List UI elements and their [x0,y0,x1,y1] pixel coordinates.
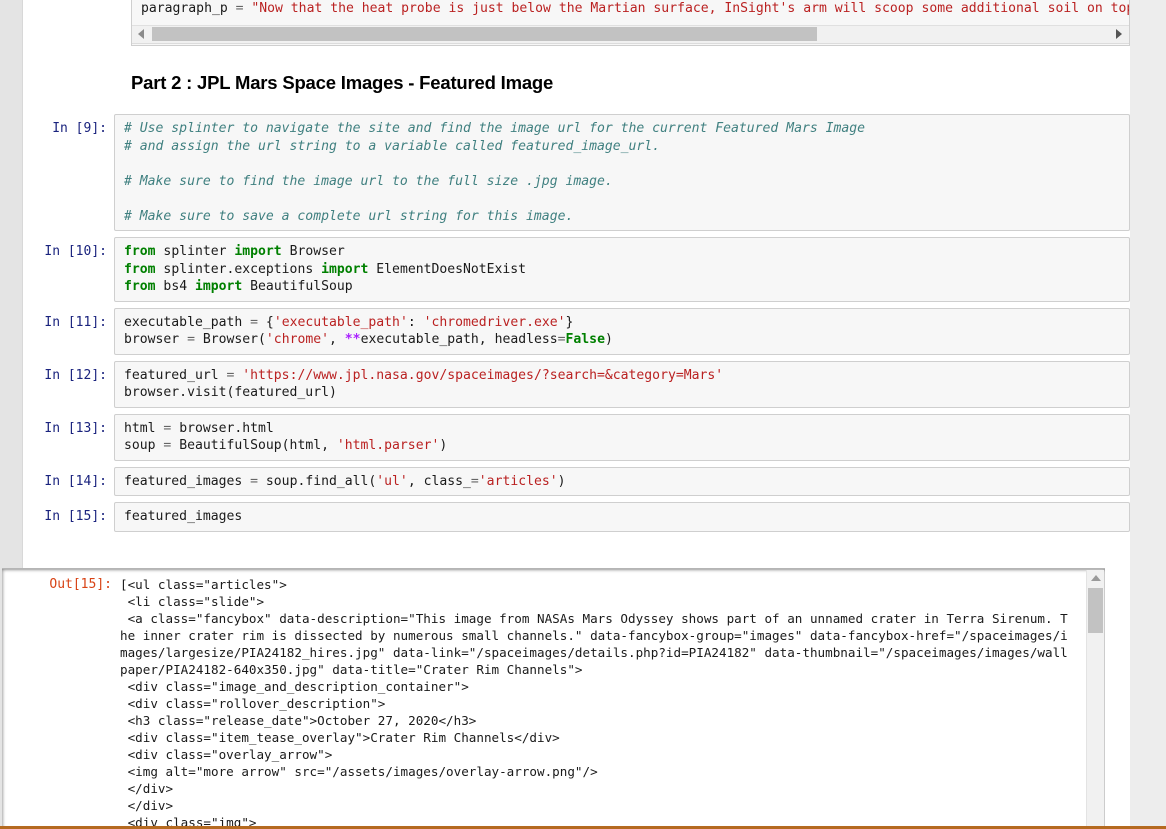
code-token: browser.html [171,420,274,436]
code-token: ElementDoesNotExist [368,261,527,277]
page-title: Part 2 : JPL Mars Space Images - Feature… [131,72,554,93]
code-token: import [321,261,369,277]
notebook-page: paragraph_p = "Now that the heat probe i… [0,0,1166,829]
code-token: BeautifulSoup(html, [171,438,337,453]
code-token: soup.find_all( [258,473,377,489]
cell-input-area[interactable]: featured_url = 'https://www.jpl.nasa.gov… [114,360,1130,408]
code-cell-list: In [9]: # Use splinter to navigate the si… [23,114,1130,538]
horizontal-scrollbar-thumb[interactable] [152,27,817,41]
code-token: ) [557,473,566,489]
cell-input-area[interactable]: from splinter import Browser from splint… [114,237,1130,302]
cell-input-area[interactable]: featured_images [114,502,1130,532]
cell-input-area[interactable]: executable_path = {'executable_path': 'c… [114,307,1130,355]
vertical-scrollbar-thumb[interactable] [1088,588,1103,633]
top-cell-var: paragraph_p [141,1,236,16]
code-token: from [124,261,156,277]
code-token: from [124,279,156,294]
code-token: browser [124,332,188,347]
cell-source-code: featured_images = soup.find_all('ul', cl… [124,473,1124,491]
code-token: bs4 [155,279,195,294]
code-token: splinter.exceptions [155,261,322,277]
cell-prompt-label: In [11]: [44,314,107,330]
code-token: : [407,314,424,330]
output-content: Out[15]: [<ul class="articles"> <li clas… [2,569,1084,828]
scroll-up-arrow-icon[interactable] [1091,575,1101,581]
code-token: , class_ [407,473,471,489]
window-right-gutter [1130,0,1166,829]
code-cell[interactable]: In [12]: featured_url = 'https://www.jpl.… [23,360,1130,408]
code-token: 'chrome' [265,332,329,347]
cell-prompt-label: In [14]: [44,473,107,489]
code-token: import [194,279,243,294]
code-token: featured_url [124,367,227,383]
code-token: # and assign the url string to a variabl… [124,138,661,154]
code-token: # Use splinter to navigate the site and … [124,121,866,136]
code-token: BeautifulSoup [242,279,353,294]
code-cell[interactable]: In [9]: # Use splinter to navigate the si… [23,114,1130,231]
cell-source-code: from splinter import Browser from splint… [124,243,1124,296]
code-token: 'articles' [478,473,558,489]
cell-source-code: executable_path = {'executable_path': 'c… [124,314,1124,349]
code-cell[interactable]: In [15]: featured_images [23,502,1130,532]
scroll-right-arrow-icon[interactable] [1116,29,1122,39]
code-token: # Make sure to find the image url to the… [124,173,613,189]
cell-input-area[interactable]: html = browser.html soup = BeautifulSoup… [114,413,1130,461]
code-token: browser.visit(featured_url) [124,385,337,400]
top-cell-code: paragraph_p = "Now that the heat probe i… [132,0,1129,18]
code-token: executable_path, headless [360,332,558,347]
cell-prompt-label: In [13]: [44,420,107,436]
code-token: , [329,332,345,347]
cell-prompt-label: In [15]: [44,509,107,524]
scroll-left-arrow-icon[interactable] [138,29,144,39]
cell-prompt-label: In [9]: [52,121,107,136]
code-token: Browser( [194,332,266,347]
code-cell[interactable]: In [14]: featured_images = soup.find_all(… [23,466,1130,496]
code-token: # Make sure to save a complete url strin… [124,208,574,224]
code-cell[interactable]: In [10]: from splinter import Browser fro… [23,237,1130,302]
code-token: html [124,420,164,436]
cell-source-code: featured_url = 'https://www.jpl.nasa.gov… [124,367,1124,402]
cell-source-code: # Use splinter to navigate the site and … [124,120,1124,225]
code-token: { [258,314,274,330]
cell-prompt-label: In [10]: [44,244,107,259]
code-token: = [557,332,566,347]
code-cell[interactable]: In [11]: executable_path = {'executable_p… [23,307,1130,355]
code-token: ) [439,438,448,453]
code-token: = [470,473,479,489]
output-vertical-scrollbar[interactable] [1086,570,1104,828]
code-token: Browser [281,244,345,259]
code-token: ** [344,332,361,347]
code-token: 'ul' [376,473,408,489]
top-cell-horizontal-scrollbar[interactable] [132,25,1129,44]
code-token: = [250,473,259,489]
code-token: 'https://www.jpl.nasa.gov/spaceimages/?s… [242,367,724,383]
code-token: executable_path [124,314,251,330]
cell-source-code: featured_images [124,508,1124,526]
code-cell[interactable]: In [13]: html = browser.html soup = Beaut… [23,413,1130,461]
output-html-text: [<ul class="articles"> <li class="slide"… [120,577,1068,828]
code-token: soup [124,438,164,453]
code-token: featured_images [124,509,243,524]
cell-input-area[interactable]: # Use splinter to navigate the site and … [114,114,1130,231]
code-token: 'executable_path' [273,314,408,330]
code-token: False [565,332,605,347]
top-cell-equals: = [235,1,244,16]
code-token: 'chromedriver.exe' [423,314,566,330]
code-token: import [234,244,282,259]
code-token: featured_images [124,473,251,489]
code-token: } [565,314,574,330]
code-token: from [124,244,156,259]
cell-prompt-label: In [12]: [44,367,107,383]
cell-output-area[interactable]: Out[15]: [<ul class="articles"> <li clas… [2,568,1105,829]
code-token: 'html.parser' [336,438,440,453]
top-cell-string: "Now that the heat probe is just below t… [243,1,1129,16]
cell-input-area[interactable]: featured_images = soup.find_all('ul', cl… [114,466,1130,496]
code-token: splinter [155,244,235,259]
code-token: = [187,332,195,347]
code-token: ) [604,332,613,347]
code-token: = [250,314,259,330]
cell-source-code: html = browser.html soup = BeautifulSoup… [124,420,1124,455]
output-prompt-label: Out[15]: [49,577,112,592]
